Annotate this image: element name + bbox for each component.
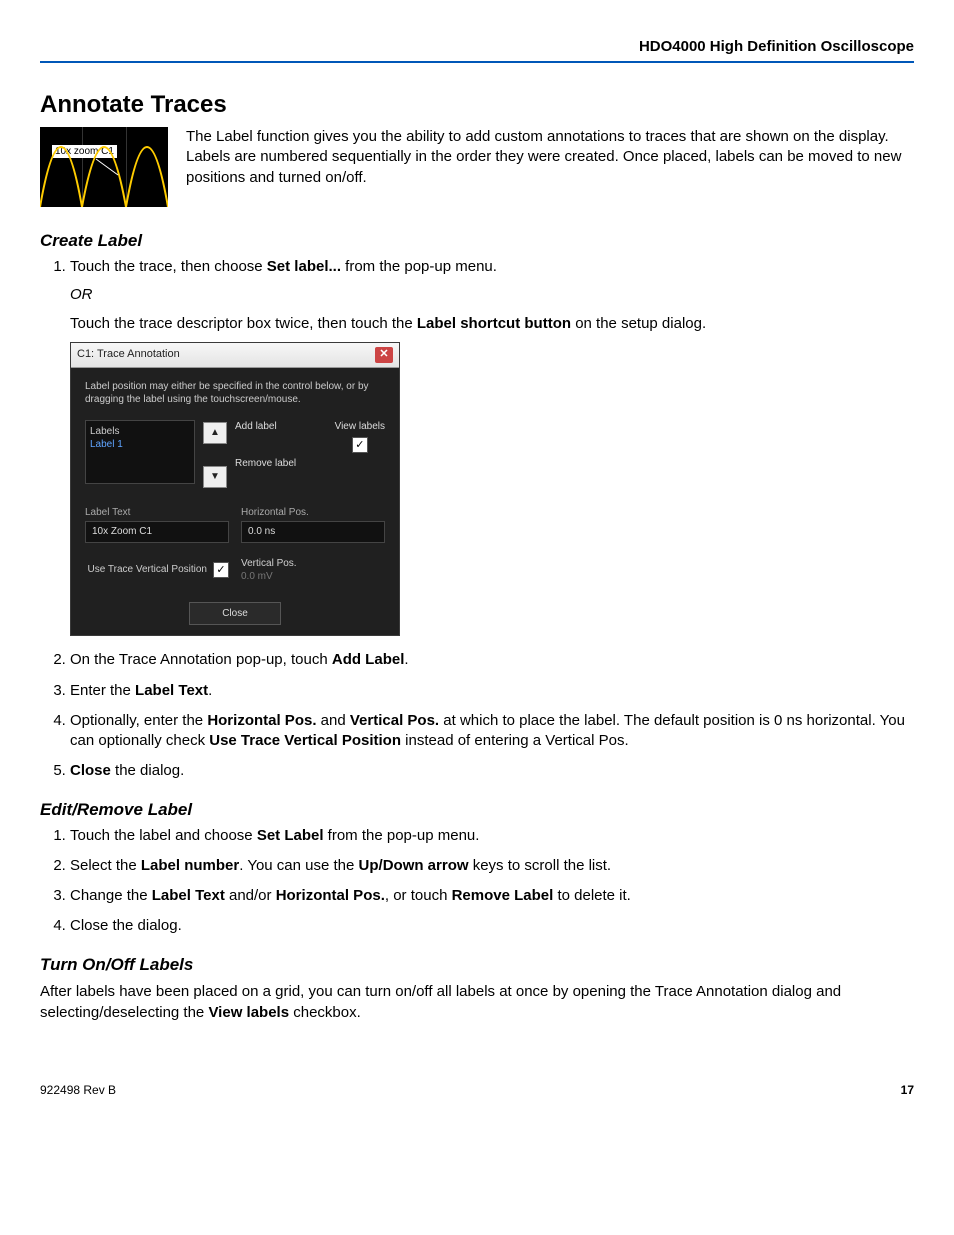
remove-label-button[interactable]: Remove label [235,457,296,471]
dialog-close-x-icon[interactable]: ✕ [375,347,393,363]
labels-listbox[interactable]: Labels Label 1 [85,420,195,484]
page-footer: 922498 Rev B 17 [40,1083,914,1097]
page-number: 17 [901,1083,914,1097]
use-trace-vpos-checkbox[interactable]: ✓ [213,562,229,578]
label-text-field[interactable]: 10x Zoom C1 [85,521,229,543]
label-up-arrow-icon[interactable]: ▲ [203,422,227,444]
label-down-arrow-icon[interactable]: ▼ [203,466,227,488]
edit-step-2: Select the Label number. You can use the… [70,856,914,876]
dialog-close-button[interactable]: Close [189,602,281,626]
horizontal-pos-caption: Horizontal Pos. [241,506,385,520]
section-title-annotate-traces: Annotate Traces [40,91,914,119]
vertical-pos-field[interactable]: 0.0 mV [241,570,385,584]
edit-step-3: Change the Label Text and/or Horizontal … [70,886,914,906]
view-labels-caption: View labels [335,420,385,434]
dialog-title-text: C1: Trace Annotation [77,347,180,362]
doc-rev: 922498 Rev B [40,1083,116,1097]
use-trace-vpos-caption: Use Trace Vertical Position [88,564,208,576]
edit-step-4: Close the dialog. [70,916,914,936]
heading-edit-remove-label: Edit/Remove Label [40,800,914,820]
create-step-4: Optionally, enter the Horizontal Pos. an… [70,711,914,752]
page-header: HDO4000 High Definition Oscilloscope [40,38,914,63]
view-labels-checkbox[interactable]: ✓ [352,437,368,453]
heading-turn-onoff-labels: Turn On/Off Labels [40,955,914,975]
create-step-1: Touch the trace, then choose Set label..… [70,257,914,636]
add-label-button[interactable]: Add label [235,420,296,434]
trace-thumbnail: 10x zoom C1 [40,127,168,207]
dialog-titlebar: C1: Trace Annotation ✕ [71,343,399,368]
horizontal-pos-field[interactable]: 0.0 ns [241,521,385,543]
trace-annotation-dialog: C1: Trace Annotation ✕ Label position ma… [70,342,400,637]
create-label-steps: Touch the trace, then choose Set label..… [40,257,914,782]
edit-label-steps: Touch the label and choose Set Label fro… [40,826,914,937]
create-step-5: Close the dialog. [70,761,914,781]
label-text-caption: Label Text [85,506,229,520]
toggle-body: After labels have been placed on a grid,… [40,981,914,1023]
create-step-3: Enter the Label Text. [70,681,914,701]
edit-step-1: Touch the label and choose Set Label fro… [70,826,914,846]
or-text: OR [70,285,914,305]
dialog-hint-text: Label position may either be specified i… [85,380,385,406]
heading-create-label: Create Label [40,231,914,251]
vertical-pos-caption: Vertical Pos. [241,557,385,571]
labels-list-item[interactable]: Label 1 [90,438,190,452]
create-step-1-alt: Touch the trace descriptor box twice, th… [70,314,914,334]
labels-list-caption: Labels [90,425,190,439]
intro-paragraph: The Label function gives you the ability… [186,127,914,188]
create-step-2: On the Trace Annotation pop-up, touch Ad… [70,650,914,670]
